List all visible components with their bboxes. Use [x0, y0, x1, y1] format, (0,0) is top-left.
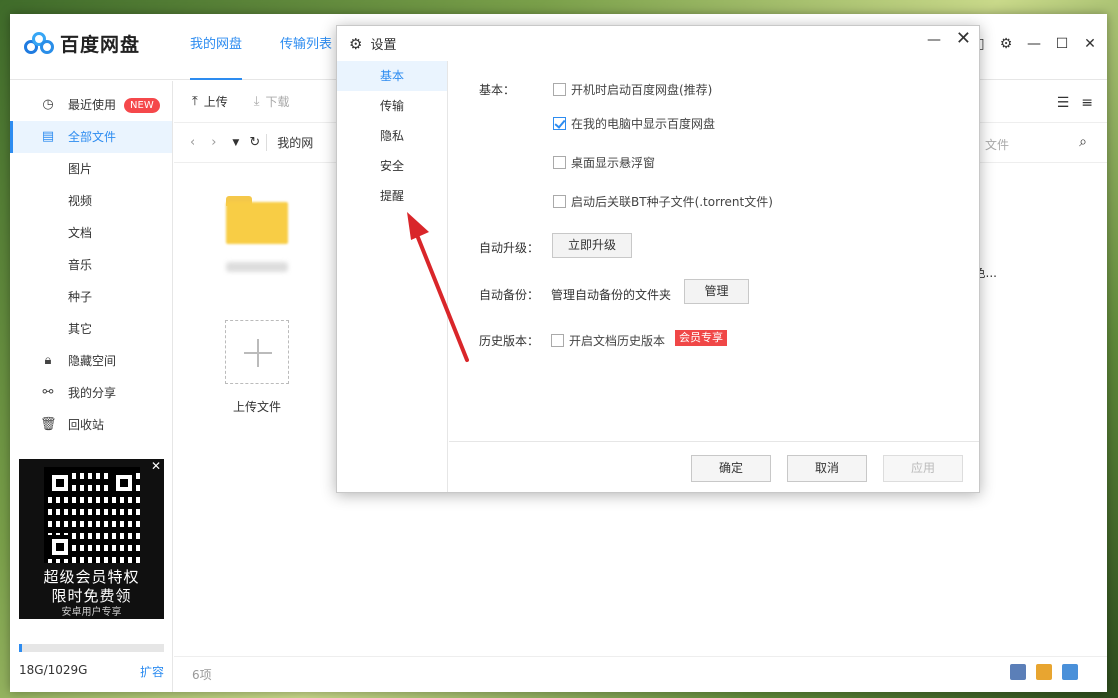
sidebar-item-torrents[interactable]: 种子 — [10, 281, 172, 313]
settings-content: 基本： 开机时启动百度网盘(推荐) 在我的电脑中显示百度网盘 桌面显示悬浮窗 启… — [449, 61, 979, 442]
storage-info: 18G/1029G 扩容 — [19, 644, 164, 680]
search-input[interactable]: 文件 — [985, 136, 1009, 153]
sidebar-item-documents[interactable]: 文档 — [10, 217, 172, 249]
history-version-label: 历史版本： — [479, 334, 540, 348]
item-count: 6项 — [192, 668, 212, 682]
app-logo: 百度网盘 — [24, 30, 140, 57]
tray-lock-icon[interactable] — [1062, 664, 1078, 680]
storage-used-text: 18G/1029G — [19, 663, 88, 677]
option-floating-window[interactable]: 桌面显示悬浮窗 — [553, 154, 655, 171]
dialog-close-icon[interactable]: ✕ — [956, 28, 971, 49]
new-badge: NEW — [124, 97, 160, 113]
tab-transfer-list[interactable]: 传输列表 — [280, 14, 332, 80]
app-name: 百度网盘 — [60, 34, 141, 56]
promo-note: 安卓用户专享 — [61, 607, 122, 618]
forward-icon[interactable]: › — [211, 135, 216, 150]
dialog-title: 设置 — [370, 38, 397, 53]
maximize-icon[interactable]: ☐ — [1055, 36, 1069, 52]
sidebar-item-others[interactable]: 其它 — [10, 313, 172, 345]
sort-icon[interactable]: ☰ — [1057, 95, 1070, 111]
status-bar: 6项 — [174, 656, 1107, 692]
minimize-icon[interactable]: — — [1027, 36, 1041, 52]
tab-my-disk[interactable]: 我的网盘 — [190, 14, 243, 80]
folder-icon[interactable] — [226, 196, 288, 244]
associate-bt-checkbox[interactable] — [553, 195, 566, 208]
folder-name-blurred — [226, 262, 288, 272]
gear-icon: ⚙ — [349, 34, 363, 53]
upload-file-label: 上传文件 — [232, 400, 281, 414]
share-icon: ⚯ — [42, 385, 54, 400]
lock-icon: 🔒︎ — [44, 353, 52, 368]
sidebar-item-videos[interactable]: 视频 — [10, 185, 172, 217]
sidebar-item-my-share[interactable]: ⚯ 我的分享 — [10, 377, 172, 409]
system-tray — [1010, 664, 1078, 680]
history-dropdown-icon[interactable]: ▼ — [232, 138, 239, 148]
gear-icon[interactable]: ⚙ — [999, 36, 1013, 52]
close-icon[interactable]: ✕ — [1083, 36, 1097, 52]
auto-upgrade-label: 自动升级： — [479, 241, 540, 255]
auto-backup-label: 自动备份： — [479, 288, 540, 302]
back-icon[interactable]: ‹ — [190, 135, 195, 150]
option-show-in-my-computer[interactable]: 在我的电脑中显示百度网盘 — [553, 115, 715, 132]
refresh-icon[interactable]: ↻ — [249, 135, 260, 150]
upload-icon: ⤒ — [192, 94, 198, 109]
tab-security[interactable]: 安全 — [337, 151, 447, 181]
basic-section-label: 基本： — [479, 83, 516, 97]
qr-code — [44, 467, 140, 563]
sidebar: ◷ 最近使用 NEW ▤ 全部文件 图片 视频 文档 音乐 种子 其它 🔒︎ 隐… — [10, 81, 173, 692]
baidu-logo-icon — [24, 31, 54, 56]
upload-button[interactable]: ⤒ 上传 — [192, 93, 228, 110]
sidebar-item-all-files[interactable]: ▤ 全部文件 — [10, 121, 172, 153]
sidebar-item-hidden-space[interactable]: 🔒︎ 隐藏空间 — [10, 345, 172, 377]
dialog-minimize-icon[interactable]: — — [927, 32, 941, 48]
search-icon[interactable]: ⌕ — [1079, 134, 1087, 150]
backup-description: 管理自动备份的文件夹 — [551, 288, 672, 302]
tab-transfer[interactable]: 传输 — [337, 91, 447, 121]
tray-app-icon[interactable] — [1010, 664, 1026, 680]
vip-only-badge: 会员专享 — [675, 330, 727, 346]
option-autostart[interactable]: 开机时启动百度网盘(推荐) — [553, 81, 712, 98]
storage-progress-bar — [19, 644, 164, 652]
apply-button[interactable]: 应用 — [883, 455, 963, 482]
window-controls: ◫ ⚙ — ☐ ✕ — [971, 36, 1097, 52]
promo-subtitle: 限时免费领 — [51, 587, 132, 605]
tray-upload-icon[interactable] — [1036, 664, 1052, 680]
history-version-checkbox[interactable] — [551, 334, 564, 347]
autostart-checkbox[interactable] — [553, 83, 566, 96]
cancel-button[interactable]: 取消 — [787, 455, 867, 482]
download-icon: ⤓ — [253, 94, 260, 109]
sidebar-item-recent[interactable]: ◷ 最近使用 NEW — [10, 89, 172, 121]
list-view-icon[interactable]: ≡ — [1081, 95, 1093, 111]
annotation-arrow — [407, 212, 469, 362]
view-controls: ☰ ≡ — [1057, 95, 1093, 111]
download-button[interactable]: ⤓ 下载 — [254, 93, 290, 110]
dialog-title-bar: ⚙ 设置 — [337, 26, 979, 61]
option-history-version[interactable]: 开启文档历史版本 — [551, 332, 665, 349]
expand-storage-link[interactable]: 扩容 — [140, 663, 164, 680]
tab-privacy[interactable]: 隐私 — [337, 121, 447, 151]
sidebar-item-recycle-bin[interactable]: 🗑︎ 回收站 — [10, 409, 172, 441]
breadcrumb[interactable]: 我的网 — [266, 134, 313, 151]
sidebar-item-music[interactable]: 音乐 — [10, 249, 172, 281]
ok-button[interactable]: 确定 — [691, 455, 771, 482]
show-in-my-computer-checkbox[interactable] — [553, 117, 566, 130]
upload-file-tile[interactable] — [225, 320, 289, 384]
upgrade-now-button[interactable]: 立即升级 — [552, 233, 632, 258]
floating-window-checkbox[interactable] — [553, 156, 566, 169]
promo-title: 超级会员特权 — [43, 568, 140, 586]
trash-icon: 🗑︎ — [40, 417, 57, 432]
clock-icon: ◷ — [42, 97, 54, 112]
tab-basic[interactable]: 基本 — [337, 61, 447, 91]
promo-banner[interactable]: ✕ 超级会员特权 限时免费领 安卓用户专享 — [19, 459, 164, 619]
option-associate-bt[interactable]: 启动后关联BT种子文件(.torrent文件) — [553, 193, 773, 210]
promo-close-icon[interactable]: ✕ — [151, 459, 161, 473]
sidebar-item-images[interactable]: 图片 — [10, 153, 172, 185]
manage-backup-button[interactable]: 管理 — [684, 279, 749, 304]
file-icon: ▤ — [41, 129, 55, 144]
